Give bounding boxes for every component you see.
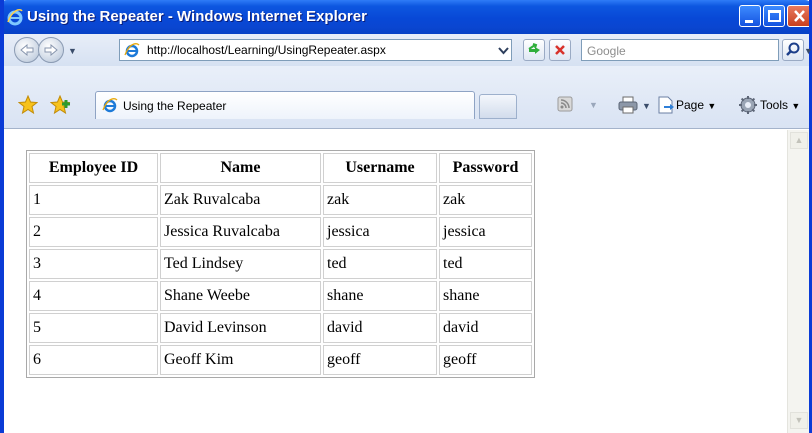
back-button[interactable] [14,37,40,63]
cell-username: jessica [323,217,437,247]
page-ie-icon [124,43,140,58]
search-placeholder: Google [587,44,626,58]
cell-name: Geoff Kim [160,345,321,375]
feeds-icon[interactable] [557,96,573,112]
employee-table: Employee ID Name Username Password 1 Zak… [26,150,535,378]
refresh-button[interactable] [523,39,545,61]
title-bar: Using the Repeater - Windows Internet Ex… [0,0,812,34]
back-arrow-icon [20,44,34,56]
stop-icon [555,45,565,55]
cell-name: Zak Ruvalcaba [160,185,321,215]
column-header-employee-id: Employee ID [29,153,158,183]
ie-logo-icon [7,9,23,26]
search-icon [786,42,800,56]
cell-username: geoff [323,345,437,375]
stop-button[interactable] [549,39,571,61]
table-row: 5 David Levinson david david [29,313,532,343]
cell-employee-id: 3 [29,249,158,279]
cell-password: zak [439,185,532,215]
recent-pages-dropdown[interactable]: ▼ [68,46,77,56]
minimize-button[interactable] [739,5,761,27]
tab-toolbar: Using the Repeater ▼ ▼ Page ▼ Tools ▼ [4,66,809,129]
address-url: http://localhost/Learning/UsingRepeater.… [147,43,386,57]
cell-password: shane [439,281,532,311]
tab-using-the-repeater[interactable]: Using the Repeater [95,91,475,119]
cell-username: ted [323,249,437,279]
tools-menu-label: Tools [760,98,789,112]
print-icon[interactable] [618,96,638,114]
column-header-username: Username [323,153,437,183]
cell-password: david [439,313,532,343]
table-row: 2 Jessica Ruvalcaba jessica jessica [29,217,532,247]
favorites-star-icon[interactable] [18,95,38,115]
cell-employee-id: 1 [29,185,158,215]
add-to-favorites-icon[interactable] [50,95,72,115]
scroll-up-button[interactable]: ▲ [790,132,808,149]
new-tab-button[interactable] [479,94,517,119]
column-header-name: Name [160,153,321,183]
forward-button[interactable] [38,37,64,63]
search-button[interactable] [782,39,804,61]
cell-username: david [323,313,437,343]
scroll-down-button[interactable]: ▼ [790,412,808,429]
address-toolbar: ▼ http://localhost/Learning/UsingRepeate… [4,34,812,66]
table-row: 1 Zak Ruvalcaba zak zak [29,185,532,215]
address-dropdown-icon[interactable] [495,41,512,59]
cell-password: geoff [439,345,532,375]
window-title: Using the Repeater - Windows Internet Ex… [27,8,367,25]
close-icon [794,10,805,22]
cell-name: David Levinson [160,313,321,343]
search-options-dropdown[interactable]: ▼ [804,46,812,56]
cell-employee-id: 6 [29,345,158,375]
page-menu-label: Page [676,98,705,112]
tab-ie-icon [102,98,118,113]
vertical-scrollbar[interactable]: ▲ ▼ [787,130,809,433]
tools-menu[interactable]: Tools ▼ [760,98,800,112]
table-row: 3 Ted Lindsey ted ted [29,249,532,279]
cell-password: jessica [439,217,532,247]
cell-employee-id: 2 [29,217,158,247]
table-row: 6 Geoff Kim geoff geoff [29,345,532,375]
gear-icon[interactable] [738,95,758,115]
cell-username: shane [323,281,437,311]
cell-employee-id: 4 [29,281,158,311]
table-row: 4 Shane Weebe shane shane [29,281,532,311]
print-dropdown[interactable]: ▼ [642,101,651,111]
cell-employee-id: 5 [29,313,158,343]
search-field[interactable]: Google [581,39,779,61]
page-menu[interactable]: Page ▼ [676,98,716,112]
column-header-password: Password [439,153,532,183]
maximize-button[interactable] [763,5,785,27]
page-content: Employee ID Name Username Password 1 Zak… [4,130,787,433]
cell-name: Ted Lindsey [160,249,321,279]
table-header-row: Employee ID Name Username Password [29,153,532,183]
cell-name: Jessica Ruvalcaba [160,217,321,247]
forward-arrow-icon [44,44,58,56]
refresh-icon [528,43,540,54]
page-menu-icon[interactable] [657,96,675,114]
cell-name: Shane Weebe [160,281,321,311]
address-field[interactable]: http://localhost/Learning/UsingRepeater.… [119,39,512,61]
cell-password: ted [439,249,532,279]
tab-label: Using the Repeater [123,99,227,113]
cell-username: zak [323,185,437,215]
feeds-dropdown[interactable]: ▼ [589,100,598,110]
